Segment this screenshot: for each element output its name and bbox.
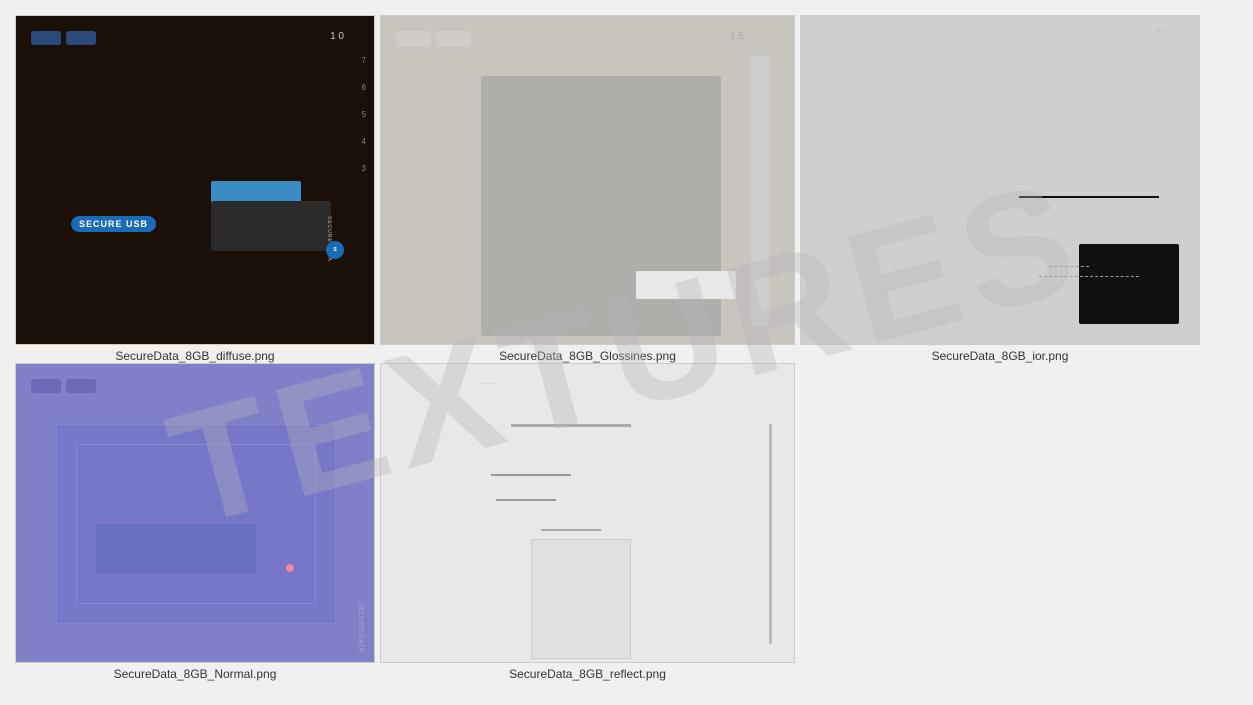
scale-mark-3: 3 [362,164,366,173]
diffuse-counter: 1 0 [330,31,344,42]
scale-mark-4: 4 [362,137,366,146]
ior-image[interactable]: -- -- [800,15,1200,345]
row2: SECURE DATA SecureData_8GB_Normal.png --… [0,363,1253,686]
texture-item-normal: SECURE DATA SecureData_8GB_Normal.png [15,363,375,681]
ior-dark-shape [1079,244,1179,324]
diffuse-image[interactable]: 1 0 7 6 5 4 3 SECURE DATA [15,15,375,345]
usb-circle-logo: S [326,241,344,259]
reflect-line1 [541,529,601,531]
texture-item-glossiness: 1.5 SecureData_8GB_Glossines.png [380,15,795,363]
reflect-shape1 [511,424,631,427]
ior-top-label: -- -- [1156,26,1169,35]
scale-mark-5: 5 [362,110,366,119]
gloss-scrollbar [751,56,769,326]
normal-btn1 [31,379,61,393]
gloss-connector [636,271,736,299]
reflect-shape4 [531,539,631,659]
diffuse-btn1[interactable] [31,31,61,45]
normal-label-text: SECURE DATA [357,603,364,652]
normal-pink-dot [286,564,294,572]
gloss-btn2 [436,31,471,47]
diffuse-btn2[interactable] [66,31,96,45]
scale-mark-7: 7 [362,56,366,65]
ior-label: SecureData_8GB_ior.png [932,349,1069,363]
usb-connector [211,181,301,203]
ior-line [1019,196,1159,198]
normal-image[interactable]: SECURE DATA [15,363,375,663]
ior-dashed-line [1039,276,1139,277]
glossiness-label: SecureData_8GB_Glossines.png [499,349,676,363]
main-container: TEXTURES 1 0 7 6 5 4 3 [0,0,1253,705]
gloss-top-buttons [396,31,471,47]
glossiness-image[interactable]: 1.5 [380,15,795,345]
diffuse-label: SecureData_8GB_diffuse.png [115,349,274,363]
diffuse-top-buttons [31,31,96,45]
normal-connector-shape [96,524,256,574]
gloss-btn1 [396,31,431,47]
reflect-image[interactable]: -- -- [380,363,795,663]
normal-top-buttons [31,379,96,393]
reflect-label: SecureData_8GB_reflect.png [509,667,666,681]
scale-mark-6: 6 [362,83,366,92]
row1: 1 0 7 6 5 4 3 SECURE DATA [0,0,1253,363]
scale-markers: 7 6 5 4 3 [362,56,366,173]
usb-body [211,201,331,251]
secure-usb-badge: SECURE USB [71,216,156,232]
ior-dashed-line2 [1049,266,1089,267]
texture-item-reflect: -- -- SecureData_8GB_reflect.png [380,363,795,681]
reflect-vert-bar [769,424,772,644]
reflect-shape3 [496,499,556,501]
gloss-usb-body [481,76,721,336]
texture-item-ior: -- -- SecureData_8GB_ior.png [800,15,1200,363]
normal-label: SecureData_8GB_Normal.png [114,667,277,681]
gloss-counter: 1.5 [730,31,744,42]
normal-btn2 [66,379,96,393]
reflect-top-label1: -- -- [481,379,494,388]
texture-item-diffuse: 1 0 7 6 5 4 3 SECURE DATA [15,15,375,363]
reflect-shape2 [491,474,571,476]
